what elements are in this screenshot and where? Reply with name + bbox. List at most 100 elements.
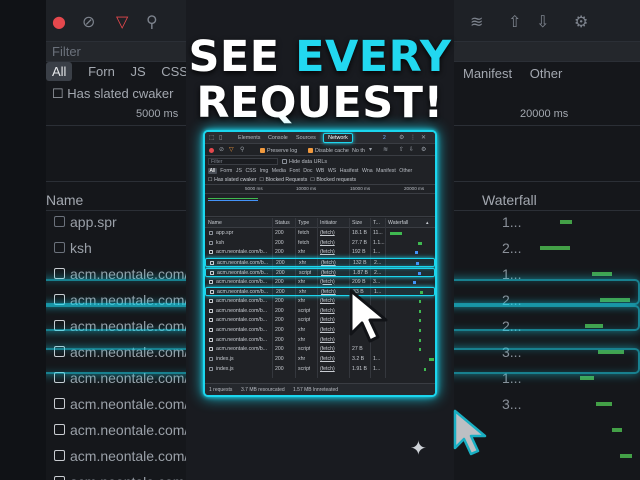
- type-ws[interactable]: WS: [328, 168, 336, 174]
- sort-icon[interactable]: ▴: [426, 220, 429, 226]
- row-checkbox[interactable]: [209, 279, 213, 284]
- row-initiator[interactable]: (fetch): [320, 356, 335, 362]
- row-checkbox[interactable]: [210, 270, 214, 275]
- row-initiator[interactable]: (fetch): [320, 327, 335, 333]
- tab-console[interactable]: Console: [268, 135, 288, 141]
- type-font[interactable]: Font: [289, 168, 299, 174]
- has-slated-checkbox[interactable]: ☐: [208, 177, 213, 183]
- disable-cache-checkbox[interactable]: [308, 148, 313, 153]
- type-form[interactable]: Form: [220, 168, 232, 174]
- gear-icon[interactable]: ⚙: [399, 134, 404, 141]
- record-icon[interactable]: [209, 148, 214, 153]
- column-status[interactable]: Status: [275, 220, 290, 226]
- row-initiator[interactable]: (fetch): [321, 260, 336, 266]
- row-initiator[interactable]: (fetch): [320, 366, 335, 372]
- more-icon[interactable]: ⋮: [410, 134, 416, 141]
- type-other[interactable]: Other: [399, 168, 412, 174]
- clear-icon[interactable]: ⊘: [219, 146, 224, 153]
- blocked-requests2-checkbox[interactable]: ☐: [310, 177, 315, 183]
- device-icon[interactable]: ▯: [219, 134, 222, 141]
- row-checkbox[interactable]: [209, 298, 213, 303]
- type-wb[interactable]: WB: [316, 168, 324, 174]
- row-initiator[interactable]: (fetch): [320, 298, 335, 304]
- request-row[interactable]: acm.neontale.com/b... 200 xhr (fetch): [205, 336, 435, 345]
- request-row[interactable]: acm.neontale.com/b... 200 script (fetch): [205, 307, 435, 316]
- row-checkbox[interactable]: [209, 347, 213, 352]
- type-hasifest[interactable]: Hasifest: [340, 168, 359, 174]
- type-media[interactable]: Media: [272, 168, 286, 174]
- type-all[interactable]: All: [208, 168, 217, 174]
- row-checkbox[interactable]: [209, 337, 213, 342]
- request-row[interactable]: acm.neontale.com/b... 200 xhr (fetch) 132 B 2…: [205, 258, 435, 268]
- hide-data-urls-checkbox[interactable]: [282, 159, 287, 164]
- type-js[interactable]: JS: [236, 168, 242, 174]
- inspect-icon[interactable]: ⬚: [209, 134, 215, 141]
- row-checkbox[interactable]: [209, 357, 213, 362]
- type-doc[interactable]: Doc: [303, 168, 312, 174]
- type-wna[interactable]: Wna: [362, 168, 373, 174]
- row-checkbox[interactable]: [209, 328, 213, 332]
- filter-input[interactable]: Filter: [208, 158, 278, 165]
- gear-icon[interactable]: ⚙: [421, 146, 426, 153]
- search-icon[interactable]: ⚲: [240, 146, 244, 153]
- row-checkbox[interactable]: [209, 231, 213, 235]
- upload-icon[interactable]: ⇧: [399, 146, 404, 153]
- row-checkbox[interactable]: [209, 318, 213, 323]
- row-checkbox[interactable]: [209, 250, 213, 255]
- row-initiator[interactable]: (fetch): [320, 337, 335, 343]
- row-waterfall-bar: [419, 299, 421, 303]
- row-checkbox[interactable]: [209, 366, 213, 371]
- row-initiator[interactable]: (fetch): [320, 230, 335, 236]
- request-row[interactable]: index.js 200 script (fetch) 1.91 B 1...: [205, 365, 435, 374]
- tab-network[interactable]: Network: [323, 133, 353, 143]
- request-row[interactable]: acm.neontale.com/b... 200 xhr (fetch) 192 B 1…: [205, 248, 435, 257]
- row-initiator[interactable]: (fetch): [320, 240, 335, 246]
- request-row[interactable]: ksh 200 fetch (fetch) 27.7 B 1.1...: [205, 239, 435, 248]
- wifi-icon[interactable]: ≋: [383, 146, 388, 153]
- chevron-down-icon[interactable]: ▾: [369, 146, 372, 153]
- row-checkbox[interactable]: [210, 261, 214, 266]
- status-resources: 1.57 MB lnnreteated: [293, 387, 339, 393]
- request-row[interactable]: acm.neontale.com/b... 200 script (fetch) 27 …: [205, 345, 435, 354]
- column-time[interactable]: T...: [373, 220, 380, 226]
- request-row[interactable]: acm.neontale.com/b... 200 xhr (fetch): [205, 326, 435, 335]
- row-initiator[interactable]: (fetch): [320, 317, 335, 323]
- row-initiator[interactable]: (fetch): [321, 270, 336, 276]
- column-size[interactable]: Size: [352, 220, 362, 226]
- row-checkbox[interactable]: [209, 240, 213, 245]
- close-icon[interactable]: ✕: [421, 134, 426, 141]
- tab-elements[interactable]: Elements: [238, 135, 260, 141]
- filter-icon[interactable]: ▽: [229, 146, 234, 153]
- row-name: acm.neontale.com/b...: [216, 317, 268, 324]
- row-checkbox[interactable]: [210, 290, 214, 295]
- row-initiator[interactable]: (fetch): [320, 279, 335, 285]
- row-initiator[interactable]: (fetch): [320, 346, 335, 352]
- row-initiator[interactable]: (fetch): [320, 249, 335, 255]
- request-row[interactable]: acm.neontale.com/b... 200 script (fetch): [205, 316, 435, 325]
- request-row[interactable]: index.js 200 xhr (fetch) 3.2 B 1...: [205, 355, 435, 364]
- row-checkbox[interactable]: [209, 308, 213, 313]
- type-manifest[interactable]: Manifest: [376, 168, 396, 174]
- row-status: 200: [275, 317, 284, 324]
- type-img[interactable]: Img: [260, 168, 269, 174]
- request-row[interactable]: acm.neontale.com/b... 200 xhr (fetch): [205, 297, 435, 306]
- row-initiator[interactable]: (fetch): [321, 289, 336, 295]
- blocked-requests-checkbox[interactable]: ☐: [259, 177, 264, 183]
- preserve-log-checkbox[interactable]: [260, 148, 265, 153]
- column-type[interactable]: Type: [298, 220, 309, 226]
- request-row[interactable]: acm.neontale.com/b... 200 script (fetch) 1.8…: [205, 267, 435, 277]
- download-icon[interactable]: ⇩: [409, 146, 414, 153]
- bg-name-header: Name: [46, 192, 84, 208]
- throttle-select[interactable]: No th: [352, 148, 365, 154]
- column-name[interactable]: Name: [208, 220, 222, 226]
- type-css[interactable]: CSS: [245, 168, 256, 174]
- column-waterfall[interactable]: Waterfall: [388, 220, 408, 226]
- row-initiator[interactable]: (fetch): [320, 308, 335, 314]
- row-type: script: [298, 317, 311, 324]
- request-row[interactable]: acm.neontale.com/b... 200 xhr (fetch) 209 B 3…: [205, 278, 435, 287]
- issues-badge[interactable]: 2: [383, 135, 386, 141]
- request-row[interactable]: acm.neontale.com/b... 200 xhr (fetch) 33 B 1.…: [205, 287, 435, 297]
- request-row[interactable]: app.spr 200 fetch (fetch) 18.1 B 11...: [205, 229, 435, 238]
- column-initiator[interactable]: Initiator: [320, 220, 337, 226]
- tab-sources[interactable]: Sources: [296, 135, 316, 141]
